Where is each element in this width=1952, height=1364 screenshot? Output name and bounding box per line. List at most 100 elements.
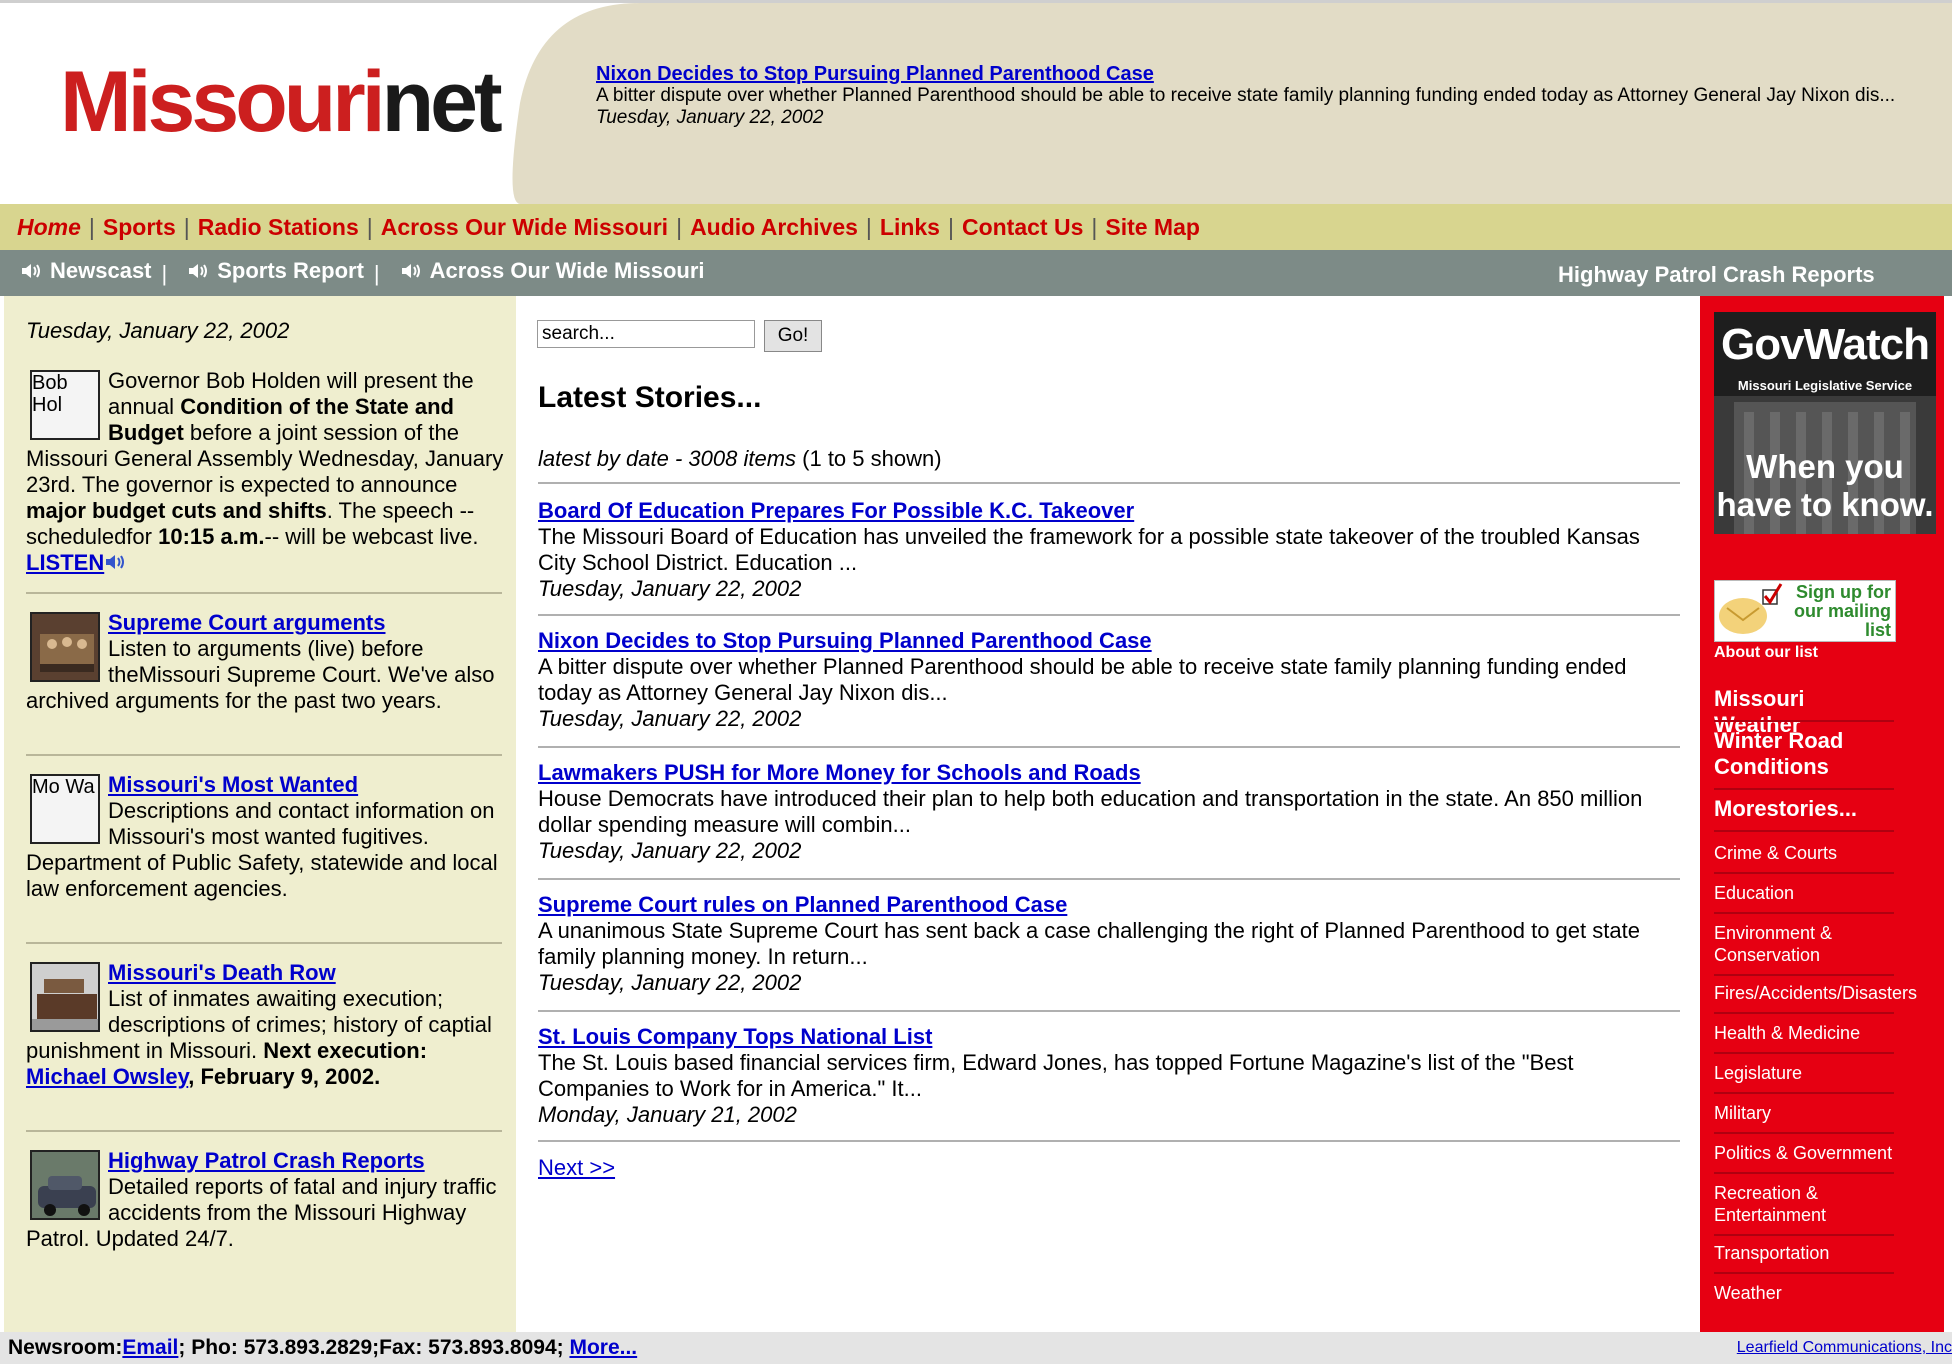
- story-summary: The Missouri Board of Education has unve…: [538, 524, 1640, 575]
- nav-audio-archives[interactable]: Audio Archives: [690, 214, 858, 240]
- audio-sports-report-label: Sports Report: [217, 258, 364, 283]
- sidebar-divider: [26, 592, 502, 594]
- speaker-icon[interactable]: [104, 552, 128, 572]
- story-item: Board Of Education Prepares For Possible…: [538, 498, 1668, 602]
- nav-radio-stations[interactable]: Radio Stations: [198, 214, 359, 240]
- crash-reports-link[interactable]: Highway Patrol Crash Reports: [1558, 254, 1875, 296]
- story-title-link[interactable]: Lawmakers PUSH for More Money for School…: [538, 760, 1141, 785]
- story-divider: [538, 1140, 1680, 1142]
- nav-contact-us[interactable]: Contact Us: [962, 214, 1083, 240]
- more-stories-link[interactable]: Morestories...: [1714, 796, 1894, 822]
- story-divider: [538, 614, 1680, 616]
- story-title-link[interactable]: Supreme Court rules on Planned Parenthoo…: [538, 892, 1067, 917]
- footer-newsroom-label: Newsroom:: [8, 1336, 123, 1359]
- story-item: Lawmakers PUSH for More Money for School…: [538, 760, 1668, 864]
- deathrow-feature: Missouri's Death Row List of inmates awa…: [26, 960, 504, 1090]
- category-health-medicine[interactable]: Health & Medicine: [1714, 1022, 1894, 1044]
- right-divider: [1714, 1272, 1894, 1274]
- nav-home[interactable]: Home: [17, 214, 81, 240]
- crash-image[interactable]: [30, 1150, 100, 1220]
- court-link[interactable]: Supreme Court arguments: [108, 610, 386, 635]
- court-image[interactable]: [30, 612, 100, 682]
- left-sidebar: Tuesday, January 22, 2002 Bob Hol Govern…: [4, 296, 516, 1332]
- featured-headline-link[interactable]: Nixon Decides to Stop Pursuing Planned P…: [596, 63, 1916, 85]
- search-go-button[interactable]: Go!: [764, 320, 822, 352]
- holden-image: Bob Hol: [30, 370, 100, 440]
- story-date: Monday, January 21, 2002: [538, 1102, 797, 1127]
- latest-stories-meta: latest by date - 3008 items (1 to 5 show…: [538, 446, 942, 472]
- deathrow-link[interactable]: Missouri's Death Row: [108, 960, 336, 985]
- missourinet-logo[interactable]: Missourinet: [60, 59, 503, 145]
- category-crime-courts[interactable]: Crime & Courts: [1714, 842, 1894, 864]
- footer-email-link[interactable]: Email: [122, 1336, 178, 1359]
- deathrow-inmate-link[interactable]: Michael Owsley: [26, 1064, 188, 1089]
- govwatch-banner[interactable]: GovWatch Missouri Legislative Service Wh…: [1714, 312, 1936, 534]
- wanted-link[interactable]: Missouri's Most Wanted: [108, 772, 358, 797]
- holden-text: -- will be webcast live.: [264, 524, 479, 549]
- crash-link[interactable]: Highway Patrol Crash Reports: [108, 1148, 425, 1173]
- right-divider: [1714, 1012, 1894, 1014]
- audio-across-our-wide-missouri[interactable]: Across Our Wide Missouri: [380, 250, 705, 292]
- govwatch-tagline: When you have to know.: [1716, 448, 1934, 523]
- nav-sports[interactable]: Sports: [103, 214, 176, 240]
- holden-feature: Bob Hol Governor Bob Holden will present…: [26, 368, 504, 576]
- speaker-icon: [22, 264, 40, 278]
- audio-nav: Newscast | Sports Report | Across Our Wi…: [0, 250, 1952, 296]
- listen-link[interactable]: LISTEN: [26, 550, 104, 575]
- story-item: Supreme Court rules on Planned Parenthoo…: [538, 892, 1668, 996]
- footer-more-link[interactable]: More...: [569, 1336, 637, 1359]
- story-title-link[interactable]: Board Of Education Prepares For Possible…: [538, 498, 1134, 523]
- winter-road-conditions-link[interactable]: Winter Road Conditions: [1714, 728, 1894, 780]
- featured-headline: Nixon Decides to Stop Pursuing Planned P…: [596, 63, 1916, 129]
- right-divider: [1714, 1052, 1894, 1054]
- story-title-link[interactable]: Nixon Decides to Stop Pursuing Planned P…: [538, 628, 1152, 653]
- holden-bold-time: 10:15 a.m.: [158, 524, 265, 549]
- category-legislature[interactable]: Legislature: [1714, 1062, 1894, 1084]
- site-header: Missourinet Nixon Decides to Stop Pursui…: [0, 0, 1952, 204]
- audio-newscast[interactable]: Newscast: [0, 250, 152, 292]
- sidebar-date: Tuesday, January 22, 2002: [26, 318, 290, 343]
- logo-part-net: net: [381, 54, 503, 150]
- right-divider: [1714, 788, 1894, 790]
- category-fires-accidents-disasters[interactable]: Fires/Accidents/Disasters: [1714, 982, 1917, 1004]
- deathrow-next-date: , February 9, 2002.: [188, 1064, 381, 1089]
- next-page-link[interactable]: Next >>: [538, 1155, 615, 1181]
- story-title-link[interactable]: St. Louis Company Tops National List: [538, 1024, 932, 1049]
- sidebar-divider: [26, 942, 502, 944]
- deathrow-image[interactable]: [30, 962, 100, 1032]
- category-military[interactable]: Military: [1714, 1102, 1894, 1124]
- right-divider: [1714, 974, 1894, 976]
- wanted-image[interactable]: Mo Wa: [30, 774, 100, 844]
- nav-separator: |: [88, 214, 95, 240]
- copyright-link[interactable]: Learfield Communications, Inc: [1737, 1332, 1952, 1364]
- right-divider: [1714, 912, 1894, 914]
- story-summary: House Democrats have introduced their pl…: [538, 786, 1643, 837]
- nav-links[interactable]: Links: [880, 214, 940, 240]
- nav-separator: |: [676, 214, 683, 240]
- featured-headline-date: Tuesday, January 22, 2002: [596, 107, 824, 128]
- about-our-list-link[interactable]: About our list: [1714, 644, 1818, 662]
- mailing-list-signup[interactable]: Sign up for our mailing list: [1714, 580, 1896, 642]
- govwatch-subtitle: Missouri Legislative Service: [1737, 378, 1913, 393]
- category-environment-conservation[interactable]: Environment & Conservation: [1714, 922, 1894, 966]
- nav-separator: |: [1091, 214, 1098, 240]
- nav-across-our-wide-missouri[interactable]: Across Our Wide Missouri: [381, 214, 668, 240]
- story-divider: [538, 1010, 1680, 1012]
- nav-site-map[interactable]: Site Map: [1105, 214, 1200, 240]
- logo-part-missouri: Missouri: [60, 54, 386, 150]
- mailing-list-label: Sign up for our mailing list: [1793, 582, 1891, 640]
- audio-newscast-label: Newscast: [50, 258, 152, 283]
- category-weather[interactable]: Weather: [1714, 1282, 1894, 1304]
- featured-headline-summary: A bitter dispute over whether Planned Pa…: [596, 85, 1896, 106]
- audio-sports-report[interactable]: Sports Report: [167, 250, 364, 292]
- right-divider: [1714, 1234, 1894, 1236]
- category-politics-government[interactable]: Politics & Government: [1714, 1142, 1894, 1164]
- story-date: Tuesday, January 22, 2002: [538, 838, 802, 863]
- crash-feature: Highway Patrol Crash Reports Detailed re…: [26, 1148, 504, 1252]
- right-divider: [1714, 1172, 1894, 1174]
- category-education[interactable]: Education: [1714, 882, 1894, 904]
- right-divider: [1714, 1132, 1894, 1134]
- category-transportation[interactable]: Transportation: [1714, 1242, 1894, 1264]
- search-input[interactable]: [537, 320, 755, 348]
- category-recreation-entertainment[interactable]: Recreation & Entertainment: [1714, 1182, 1894, 1226]
